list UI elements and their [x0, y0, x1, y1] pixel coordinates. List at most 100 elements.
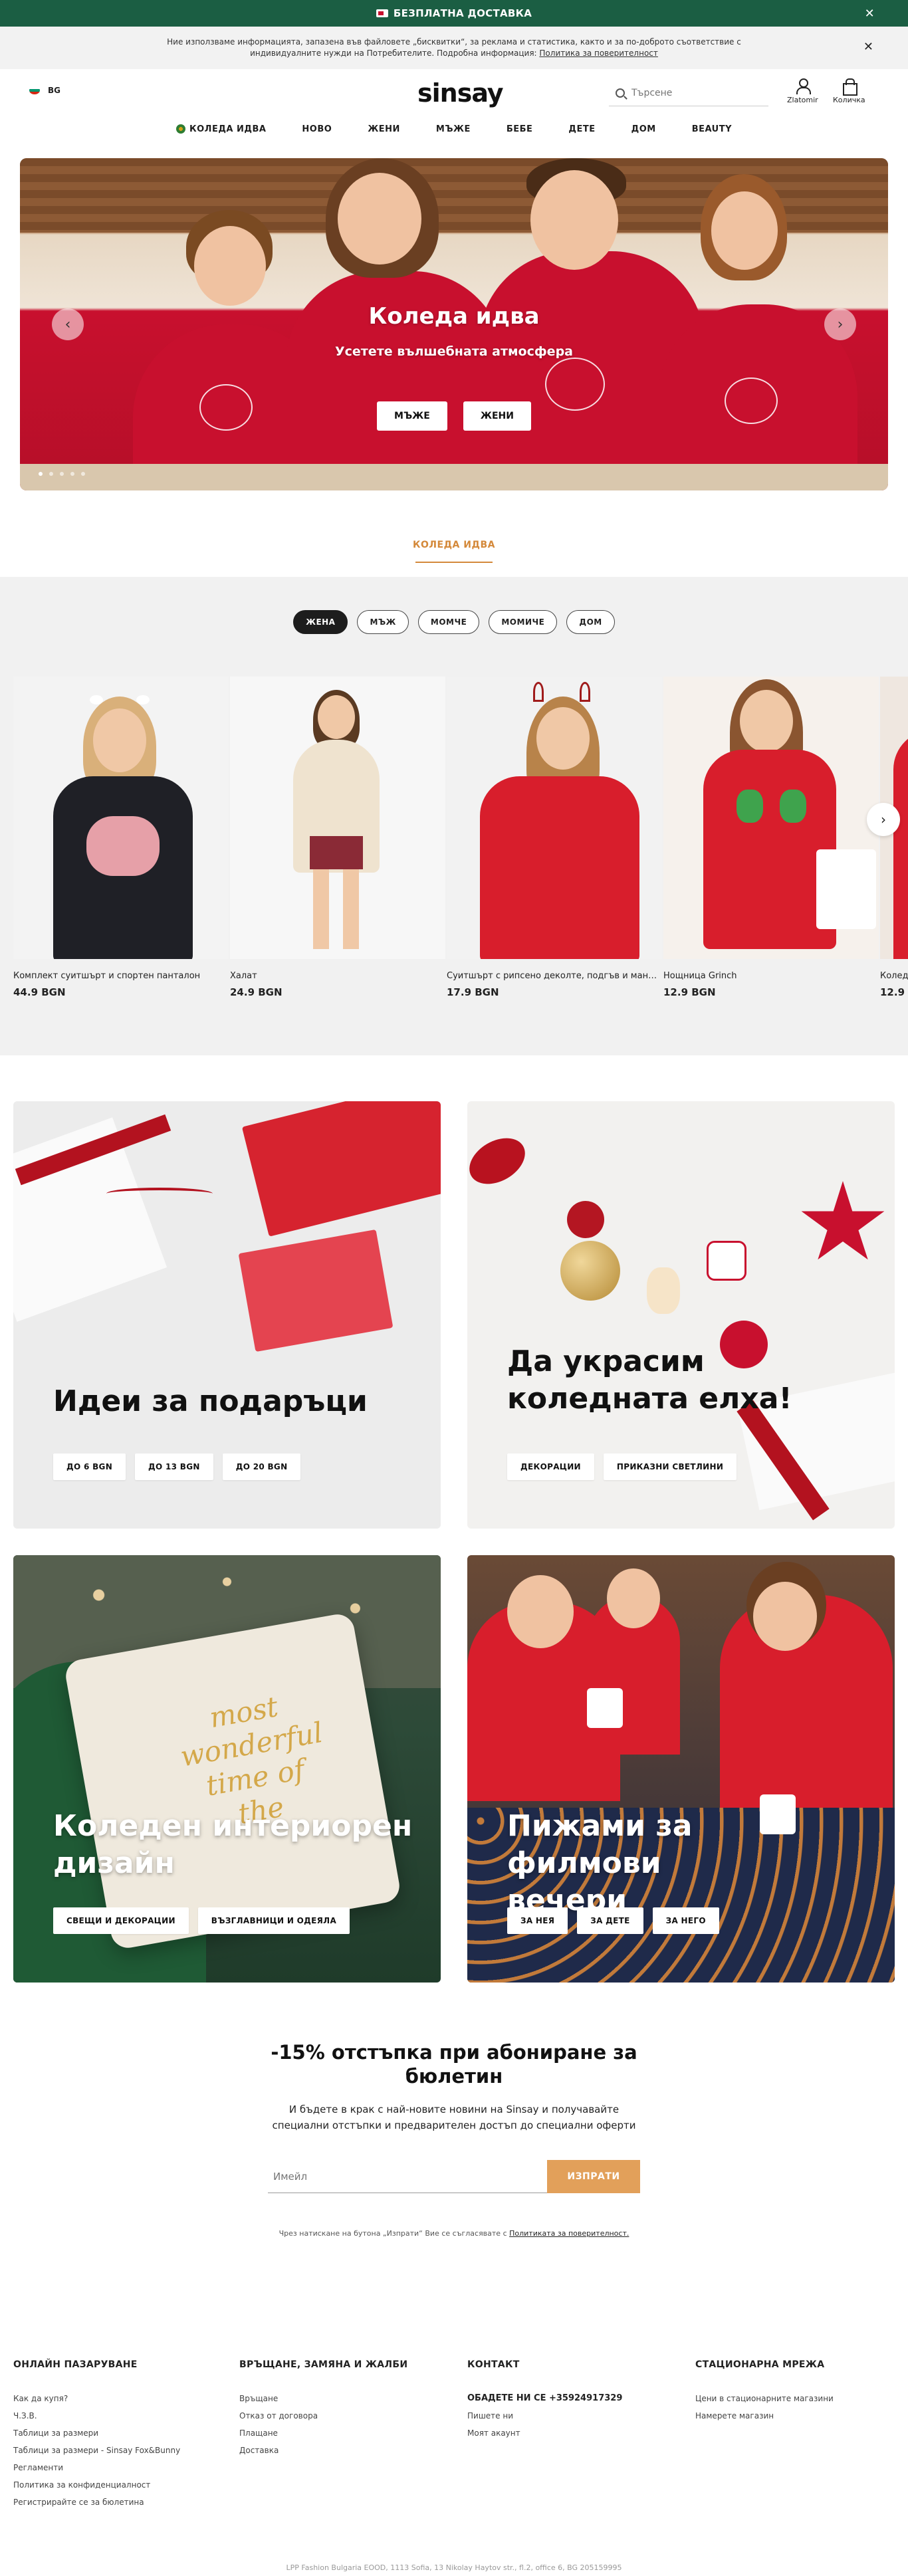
main-nav: КОЛЕДА ИДВА НОВО ЖЕНИ МЪЖЕ БЕБЕ ДЕТЕ ДОМ…	[0, 116, 908, 142]
nav-item-baby[interactable]: БЕБЕ	[507, 124, 533, 134]
product-card[interactable]: Халат 24.9 BGN	[230, 677, 445, 1009]
footer-link[interactable]: Политика за конфиденциалност	[13, 2476, 213, 2494]
tile-button-candles[interactable]: СВЕЩИ И ДЕКОРАЦИИ	[53, 1907, 189, 1934]
nav-item-christmas[interactable]: КОЛЕДА ИДВА	[175, 124, 266, 134]
tile-button-for-kids[interactable]: ЗА ДЕТЕ	[577, 1907, 643, 1934]
tile-button-under-6[interactable]: ДО 6 BGN	[53, 1453, 126, 1480]
product-name[interactable]: Комплект суитшърт и спортен панталон	[13, 971, 229, 981]
footer-link[interactable]: Отказ от договора	[239, 2407, 439, 2424]
privacy-policy-link[interactable]: Политика за поверителност	[539, 49, 657, 58]
close-cookie-icon[interactable]: ✕	[863, 41, 873, 53]
footer-link[interactable]: Регламенти	[13, 2459, 213, 2476]
product-name[interactable]: Коледна	[880, 971, 908, 981]
product-card[interactable]: Коледна 12.9 B	[880, 677, 908, 1009]
hero-men-button[interactable]: МЪЖЕ	[377, 401, 447, 431]
filter-boy[interactable]: МОМЧЕ	[417, 610, 480, 634]
product-card[interactable]: Нощница Grinch 12.9 BGN	[663, 677, 879, 1009]
filter-women[interactable]: ЖЕНА	[293, 610, 348, 634]
newsletter-email-input[interactable]	[268, 2160, 547, 2193]
tile-button-under-20[interactable]: ДО 20 BGN	[222, 1453, 301, 1480]
search-bar[interactable]	[609, 80, 768, 106]
cart-button[interactable]: Количка	[833, 78, 865, 104]
tile-gift-ideas[interactable]: Идеи за подаръци ДО 6 BGN ДО 13 BGN ДО 2…	[13, 1101, 441, 1529]
hero-dot[interactable]	[81, 472, 85, 476]
tile-button-under-13[interactable]: ДО 13 BGN	[135, 1453, 213, 1480]
tile-button-for-him[interactable]: ЗА НЕГО	[652, 1907, 719, 1934]
product-name[interactable]: Нощница Grinch	[663, 971, 879, 981]
christmas-tree-icon	[175, 124, 185, 134]
tile-button-pillows[interactable]: ВЪЗГЛАВНИЦИ И ОДЕЯЛА	[197, 1907, 350, 1934]
filter-home[interactable]: ДОМ	[566, 610, 615, 634]
footer-phone-link[interactable]: ОБАДЕТЕ НИ СЕ +35924917329	[467, 2390, 667, 2407]
filter-girl[interactable]: МОМИЧЕ	[489, 610, 558, 634]
hero-next-arrow-icon[interactable]: ›	[824, 308, 856, 340]
pajama-person-face	[507, 1575, 574, 1648]
hero-women-button[interactable]: ЖЕНИ	[463, 401, 531, 431]
nav-item-women[interactable]: ЖЕНИ	[368, 124, 400, 134]
nav-item-home[interactable]: ДОМ	[631, 124, 656, 134]
hero-banner[interactable]: Коледа идва Усетете вълшебната атмосфера…	[20, 158, 888, 490]
gender-filters: ЖЕНА МЪЖ МОМЧЕ МОМИЧЕ ДОМ	[0, 610, 908, 634]
product-name[interactable]: Суитшърт с рипсено деколте, подгъв и ман…	[447, 971, 662, 981]
cookie-bar: Ние използваме информацията, запазена въ…	[0, 27, 908, 69]
newsletter-submit-button[interactable]: ИЗПРАТИ	[547, 2160, 640, 2193]
product-image[interactable]	[13, 677, 229, 959]
tile-button-fairy-lights[interactable]: ПРИКАЗНИ СВЕТЛИНИ	[603, 1453, 737, 1480]
footer-link[interactable]: Моят акаунт	[467, 2424, 667, 2442]
tile-buttons: СВЕЩИ И ДЕКОРАЦИИ ВЪЗГЛАВНИЦИ И ОДЕЯЛА	[53, 1907, 350, 1934]
footer-copyright: LPP Fashion Bulgaria EOOD, 1113 Sofia, 1…	[286, 2563, 622, 2572]
footer-link[interactable]: Ч.З.В.	[13, 2407, 213, 2424]
nav-item-men[interactable]: МЪЖЕ	[436, 124, 471, 134]
footer-link[interactable]: Доставка	[239, 2442, 439, 2459]
product-card[interactable]: Суитшърт с рипсено деколте, подгъв и ман…	[447, 677, 662, 1009]
tile-decorate-tree[interactable]: Да украсим коледната елха! ДЕКОРАЦИИ ПРИ…	[467, 1101, 895, 1529]
footer-link[interactable]: Плащане	[239, 2424, 439, 2442]
footer-link[interactable]: Цени в стационарните магазини	[695, 2390, 895, 2407]
user-icon	[796, 78, 812, 94]
close-promo-icon[interactable]: ✕	[865, 7, 875, 21]
hero-subtitle: Усетете вълшебната атмосфера	[335, 344, 573, 359]
carousel-next-arrow-icon[interactable]: ›	[867, 803, 900, 836]
tile-interior-design[interactable]: most wonderful time of the Коледен интер…	[13, 1555, 441, 1983]
nav-item-beauty[interactable]: BEAUTY	[692, 124, 732, 134]
section-tab[interactable]: КОЛЕДА ИДВА	[0, 540, 908, 563]
promo-bar: БЕЗПЛАТНА ДОСТАВКА ✕	[0, 0, 908, 27]
footer-link[interactable]: Таблици за размери - Sinsay Fox&Bunny	[13, 2442, 213, 2459]
section-tab-label: КОЛЕДА ИДВА	[413, 540, 495, 550]
footer-link[interactable]: Намерете магазин	[695, 2407, 895, 2424]
language-selector[interactable]: BG	[29, 86, 60, 95]
tile-button-decorations[interactable]: ДЕКОРАЦИИ	[507, 1453, 594, 1480]
footer-link[interactable]: Регистрирайте се за бюлетина	[13, 2494, 213, 2511]
hero-dot[interactable]	[60, 472, 64, 476]
sinsay-logo[interactable]: sinsay	[417, 78, 504, 108]
hero-dot[interactable]	[70, 472, 74, 476]
footer-link[interactable]: Пишете ни	[467, 2407, 667, 2424]
hero-dot[interactable]	[49, 472, 53, 476]
footer-heading: ОНЛАЙН ПАЗАРУВАНЕ	[13, 2359, 138, 2370]
product-name[interactable]: Халат	[230, 971, 445, 981]
product-image[interactable]	[447, 677, 662, 959]
newsletter-legal-text: Чрез натискане на бутона „Изпрати“ Вие с…	[279, 2229, 510, 2238]
hero-title: Коледа идва	[368, 303, 540, 330]
filter-men[interactable]: МЪЖ	[357, 610, 409, 634]
tile-button-for-her[interactable]: ЗА НЕЯ	[507, 1907, 568, 1934]
product-image[interactable]	[230, 677, 445, 959]
footer-link[interactable]: Как да купя?	[13, 2390, 213, 2407]
ornament-image	[567, 1201, 604, 1238]
footer-link[interactable]: Таблици за размери	[13, 2424, 213, 2442]
ribbon-curl	[106, 1188, 213, 1200]
nav-item-kids[interactable]: ДЕТЕ	[568, 124, 595, 134]
ornament-image	[707, 1241, 746, 1281]
footer-link[interactable]: Връщане	[239, 2390, 439, 2407]
tile-movie-night-pajamas[interactable]: Пижами за филмови вечери ЗА НЕЯ ЗА ДЕТЕ …	[467, 1555, 895, 1983]
hero-mother-face	[338, 173, 421, 265]
product-image[interactable]	[663, 677, 879, 959]
product-card[interactable]: Комплект суитшърт и спортен панталон 44.…	[13, 677, 229, 1009]
newsletter-privacy-link[interactable]: Политиката за поверителност.	[509, 2229, 629, 2238]
nav-item-new[interactable]: НОВО	[302, 124, 332, 134]
hero-prev-arrow-icon[interactable]: ‹	[52, 308, 84, 340]
account-button[interactable]: Zlatomir	[787, 78, 818, 104]
search-input[interactable]	[631, 87, 758, 98]
language-code: BG	[48, 86, 60, 95]
hero-dot[interactable]	[39, 472, 43, 476]
